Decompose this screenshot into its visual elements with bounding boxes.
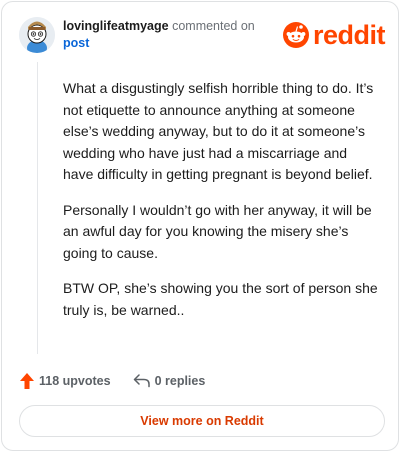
reply-button[interactable]: 0 replies: [133, 373, 206, 389]
upvote-arrow-icon: [20, 373, 34, 389]
comment-actions: 118 upvotes 0 replies: [19, 371, 205, 391]
action-text: commented on: [172, 19, 255, 33]
upvote-button[interactable]: 118 upvotes: [19, 372, 111, 390]
reddit-snoo-icon: [282, 22, 309, 48]
comment-embed-card: lovinglifeatmyage commented on post redd…: [1, 1, 399, 451]
reply-icon: [133, 374, 150, 388]
user-avatar[interactable]: [19, 17, 55, 53]
reply-count: 0 replies: [154, 374, 206, 388]
post-link[interactable]: post: [63, 35, 283, 52]
comment-paragraph-2: Personally I wouldn’t go with her anyway…: [63, 201, 372, 261]
comment-header: lovinglifeatmyage commented on post redd…: [19, 17, 386, 53]
view-more-button[interactable]: View more on Reddit: [19, 405, 385, 437]
comment-meta: lovinglifeatmyage commented on post: [63, 18, 283, 52]
comment-paragraph-1: What a disgustingly selfish horrible thi…: [63, 80, 374, 182]
reddit-wordmark: reddit: [312, 20, 386, 50]
upvote-count: 118 upvotes: [39, 374, 111, 388]
username-link[interactable]: lovinglifeatmyage: [63, 19, 169, 33]
thread-line: [37, 62, 38, 354]
comment-body: What a disgustingly selfish horrible thi…: [63, 78, 379, 335]
comment-paragraph-3: BTW OP, she’s showing you the sort of pe…: [63, 280, 378, 318]
avatar-image: [19, 17, 55, 53]
reddit-logo[interactable]: reddit: [282, 20, 386, 50]
